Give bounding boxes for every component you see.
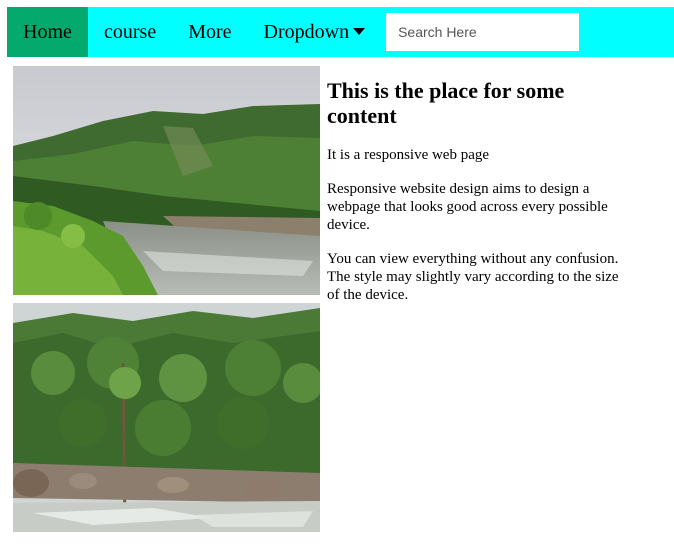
top-navbar: Home course More Dropdown [7, 7, 674, 57]
river-landscape-photo [13, 66, 320, 295]
content-paragraph: It is a responsive web page [327, 147, 490, 163]
nav-dropdown-toggle[interactable]: Dropdown [248, 7, 382, 57]
nav-course-label: course [104, 20, 157, 43]
content-paragraph: Responsive website design aims to design… [327, 181, 608, 233]
nav-home-label: Home [23, 20, 72, 43]
content-section: This is the place for some content It is… [327, 78, 632, 320]
image-column [13, 66, 320, 532]
nav-dropdown-label: Dropdown [263, 20, 350, 43]
nav-more-link[interactable]: More [172, 7, 247, 57]
nav-course-link[interactable]: course [88, 7, 172, 57]
caret-down-icon [353, 27, 366, 35]
nav-more-label: More [188, 20, 232, 43]
nav-home-link[interactable]: Home [7, 7, 88, 57]
search-container [386, 7, 580, 57]
content-paragraph: You can view everything without any conf… [327, 251, 619, 303]
search-input[interactable] [386, 13, 580, 51]
forest-river-photo [13, 303, 320, 532]
content-heading: This is the place for some content [327, 78, 565, 128]
